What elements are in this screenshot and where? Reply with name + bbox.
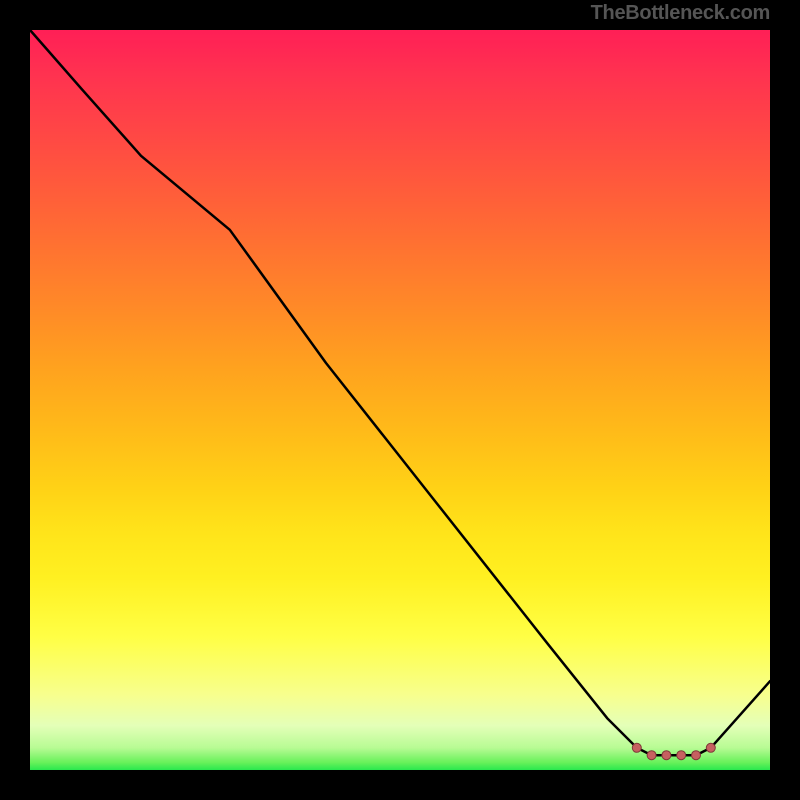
- attribution-text: TheBottleneck.com: [591, 2, 770, 25]
- line-series: [30, 30, 770, 770]
- data-marker: [706, 743, 715, 752]
- data-marker: [632, 743, 641, 752]
- data-marker: [692, 751, 701, 760]
- plot-area: [30, 30, 770, 770]
- chart-container: TheBottleneck.com: [0, 0, 800, 800]
- data-marker: [677, 751, 686, 760]
- data-marker: [662, 751, 671, 760]
- data-marker: [647, 751, 656, 760]
